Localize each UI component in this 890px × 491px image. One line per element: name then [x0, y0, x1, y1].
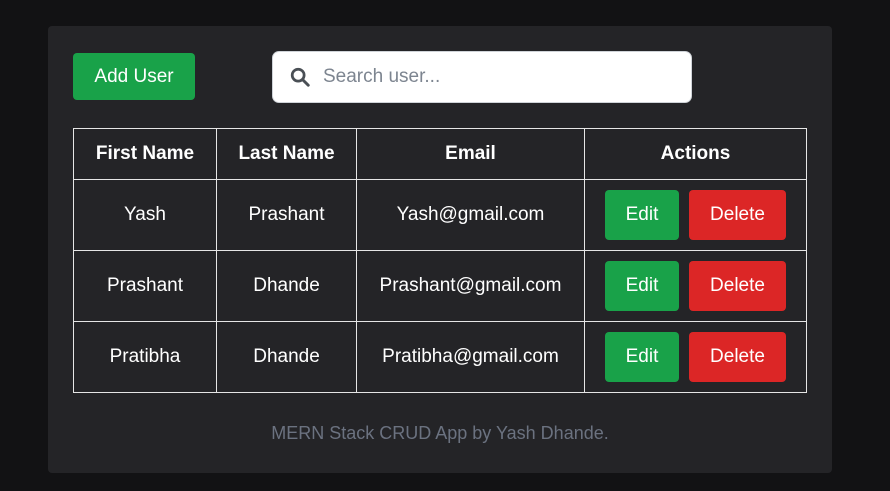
header-email: Email: [356, 128, 585, 180]
cell-first-name: Pratibha: [73, 321, 217, 393]
cell-actions: Edit Delete: [584, 250, 807, 322]
delete-button[interactable]: Delete: [689, 332, 786, 382]
row-actions: Edit Delete: [585, 261, 806, 311]
edit-button[interactable]: Edit: [605, 332, 679, 382]
header-last-name: Last Name: [216, 128, 357, 180]
search-input[interactable]: [323, 52, 691, 102]
cell-last-name: Dhande: [216, 250, 357, 322]
cell-first-name: Yash: [73, 179, 217, 251]
table-row: Prashant Dhande Prashant@gmail.com Edit …: [73, 250, 807, 322]
row-actions: Edit Delete: [585, 332, 806, 382]
cell-email: Prashant@gmail.com: [356, 250, 585, 322]
header-actions: Actions: [584, 128, 807, 180]
users-table: First Name Last Name Email Actions Yash …: [73, 128, 807, 393]
table-row: Pratibha Dhande Pratibha@gmail.com Edit …: [73, 321, 807, 393]
search-box[interactable]: [272, 51, 692, 103]
cell-email: Pratibha@gmail.com: [356, 321, 585, 393]
cell-actions: Edit Delete: [584, 179, 807, 251]
header-first-name: First Name: [73, 128, 217, 180]
table-row: Yash Prashant Yash@gmail.com Edit Delete: [73, 179, 807, 251]
cell-last-name: Prashant: [216, 179, 357, 251]
row-actions: Edit Delete: [585, 190, 806, 240]
delete-button[interactable]: Delete: [689, 190, 786, 240]
footer-credit: MERN Stack CRUD App by Yash Dhande.: [271, 423, 609, 443]
edit-button[interactable]: Edit: [605, 190, 679, 240]
cell-last-name: Dhande: [216, 321, 357, 393]
cell-email: Yash@gmail.com: [356, 179, 585, 251]
cell-first-name: Prashant: [73, 250, 217, 322]
cell-actions: Edit Delete: [584, 321, 807, 393]
delete-button[interactable]: Delete: [689, 261, 786, 311]
search-icon: [273, 66, 323, 88]
add-user-button[interactable]: Add User: [73, 53, 195, 100]
table-header-row: First Name Last Name Email Actions: [73, 128, 807, 180]
edit-button[interactable]: Edit: [605, 261, 679, 311]
crud-card: Add User First Name Last Name Email Acti…: [48, 26, 832, 473]
